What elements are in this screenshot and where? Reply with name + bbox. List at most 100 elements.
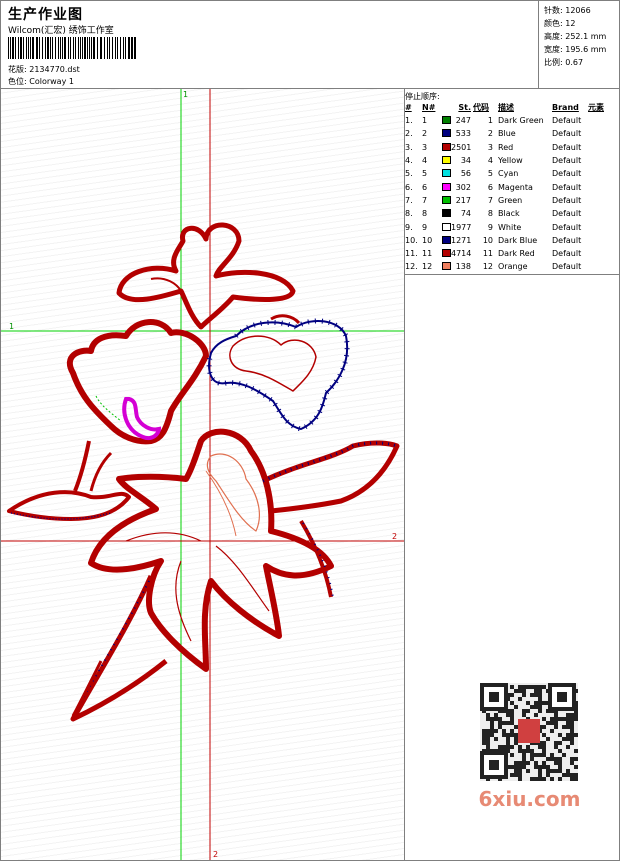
color-swatch <box>442 142 451 151</box>
qr-module <box>510 765 514 769</box>
qr-module <box>502 721 506 725</box>
stat-label: 宽度: <box>544 45 563 54</box>
qr-module <box>538 709 542 713</box>
qr-module <box>534 761 538 765</box>
design-file-label: 花版: <box>8 65 27 74</box>
qr-module <box>494 729 498 733</box>
barcode-bar <box>134 37 136 59</box>
color-swatch <box>442 262 451 271</box>
color-swatch <box>442 182 451 191</box>
qr-module <box>546 773 550 777</box>
qr-module <box>486 717 490 721</box>
qr-module <box>506 745 510 749</box>
qr-module <box>518 745 522 749</box>
qr-module <box>570 713 574 717</box>
stop-code: 10 <box>482 235 493 245</box>
stop-brand: Default <box>552 142 582 152</box>
barcode-bar <box>100 37 102 59</box>
qr-module <box>506 713 510 717</box>
qr-module <box>502 733 506 737</box>
barcode-bar <box>62 37 63 59</box>
qr-module <box>538 705 542 709</box>
barcode-bar <box>12 37 14 59</box>
stop-needle-cell: 8 <box>422 207 442 220</box>
qr-module <box>514 765 518 769</box>
qr-module <box>510 685 514 689</box>
stop-stitch-count: 74 <box>460 209 471 219</box>
color-swatch <box>442 129 451 138</box>
stop-description: Dark Red <box>498 249 535 259</box>
qr-module <box>538 769 542 773</box>
qr-module <box>494 717 498 721</box>
stop-element <box>588 234 614 247</box>
barcode-bar <box>97 37 98 59</box>
qr-module <box>490 717 494 721</box>
qr-module <box>526 749 530 753</box>
qr-module <box>522 757 526 761</box>
barcode-bar <box>123 37 124 59</box>
stop-element <box>588 180 614 193</box>
col-header-stitches: St. <box>458 103 471 112</box>
qr-module <box>546 721 550 725</box>
barcode-bar <box>23 37 24 59</box>
qr-module <box>562 725 566 729</box>
col-header-index: # <box>405 103 412 112</box>
stop-needle: 6 <box>422 182 428 192</box>
qr-module <box>534 693 538 697</box>
stop-stitch-count: 217 <box>455 195 471 205</box>
qr-module <box>538 701 542 705</box>
qr-module <box>574 713 578 717</box>
qr-module <box>570 717 574 721</box>
marker-top: 1 <box>183 90 188 99</box>
qr-module <box>566 721 570 725</box>
table-row: 4. 4 34 4 Yellow Default <box>405 154 614 167</box>
stat-height: 高度: 252.1 mm <box>544 31 619 44</box>
barcode-bar <box>68 37 69 59</box>
qr-module <box>558 765 562 769</box>
color-swatch <box>442 156 451 165</box>
stop-stitch-cell: 217 <box>442 194 473 207</box>
qr-module <box>542 761 546 765</box>
barcode-bar <box>131 37 133 59</box>
stat-value: 12066 <box>565 6 591 15</box>
stop-sequence-panel: 停止顺序: # N# St. 代码 描述 Brand 元素 1. 1 247 1 Dar… <box>405 89 619 275</box>
design-file-row: 花版: 2134770.dst <box>8 64 80 75</box>
stop-description: Dark Green <box>498 116 544 126</box>
color-swatch <box>442 222 451 231</box>
qr-module <box>550 757 554 761</box>
qr-module <box>542 701 546 705</box>
qr-module <box>506 721 510 725</box>
barcode-bar <box>107 37 108 59</box>
qr-module <box>514 769 518 773</box>
barcode-bar <box>82 37 83 59</box>
qr-module <box>486 741 490 745</box>
design-canvas[interactable]: 1 1 2 2 <box>1 89 405 860</box>
stop-stitch-count: 4714 <box>451 249 472 259</box>
qr-module <box>570 725 574 729</box>
qr-module <box>554 741 558 745</box>
stop-brand: Default <box>552 262 582 272</box>
barcode-bar <box>80 37 81 59</box>
stop-code: 11 <box>482 249 493 259</box>
qr-module <box>510 773 514 777</box>
qr-module <box>558 733 562 737</box>
qr-module <box>538 689 542 693</box>
stop-description: Dark Blue <box>498 235 538 245</box>
stop-needle: 8 <box>422 209 428 219</box>
stat-value: 252.1 mm <box>565 32 607 41</box>
barcode-bar <box>89 37 90 59</box>
table-row: 2. 2 533 2 Blue Default <box>405 127 614 140</box>
qr-module <box>522 709 526 713</box>
color-swatch <box>442 169 451 178</box>
stop-element <box>588 247 614 260</box>
qr-module <box>570 741 574 745</box>
qr-module <box>522 693 526 697</box>
stop-needle: 2 <box>422 129 428 139</box>
barcode-bar <box>55 37 56 59</box>
qr-module <box>534 705 538 709</box>
barcode-bar <box>60 37 61 59</box>
qr-module <box>530 757 534 761</box>
colorway-label: 色位: <box>8 77 27 86</box>
qr-module <box>502 729 506 733</box>
qr-module <box>530 753 534 757</box>
